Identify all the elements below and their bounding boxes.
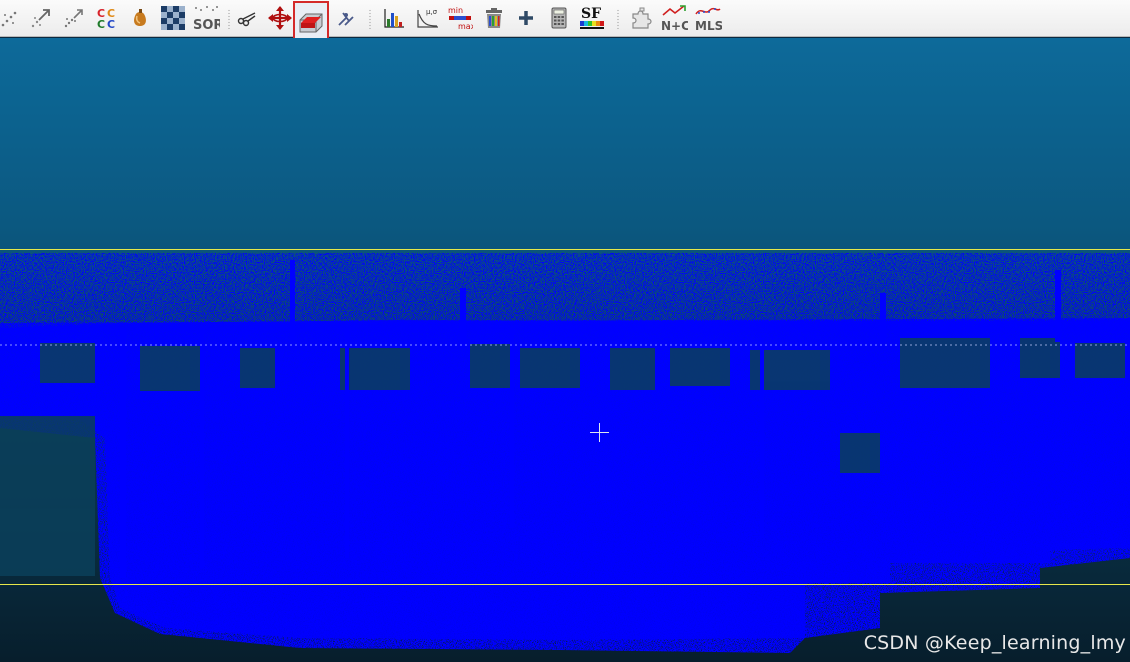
3d-viewport[interactable]: CSDN @Keep_learning_lmy (0, 38, 1130, 662)
normals-button[interactable]: N+C (660, 4, 688, 32)
toolbar-separator (617, 9, 619, 29)
translate-rotate-icon (268, 6, 292, 30)
point-resample-button[interactable] (27, 4, 55, 32)
filter-minmax-icon: min max (448, 6, 473, 31)
cross-section-icon (299, 13, 323, 32)
add-constant-icon (519, 11, 533, 25)
normals-label: N+C (661, 19, 688, 32)
svg-text:C: C (107, 18, 115, 30)
point-picking-icon (338, 12, 354, 26)
toolbar-separator (369, 9, 371, 29)
mls-smoothing-icon: MLS (695, 7, 722, 32)
toolbar-separator (228, 9, 230, 29)
sor-label: SOR (193, 18, 220, 32)
checkerboard-button[interactable] (159, 4, 187, 32)
histogram-icon (384, 9, 404, 28)
min-label: min (448, 6, 463, 15)
plugin-button[interactable] (627, 4, 655, 32)
noise-filter-icon (134, 9, 146, 26)
svg-text:C: C (97, 18, 105, 30)
segment-button[interactable] (233, 4, 261, 32)
calculator-button[interactable] (545, 4, 573, 32)
point-picking-button[interactable] (332, 4, 360, 32)
main-toolbar: C C C C SOR μ,σ min ma SF N+C MLS (0, 0, 1130, 42)
point-cloud (0, 253, 1130, 653)
sf-label: SF (581, 6, 601, 22)
point-resample-icon (31, 9, 50, 28)
checkerboard-icon (161, 6, 185, 30)
filter-minmax-button[interactable]: min max (446, 4, 474, 32)
point-subsample-icon (1, 11, 17, 27)
histogram-button[interactable] (380, 4, 408, 32)
stat-fit-label: μ,σ (426, 8, 438, 16)
scalar-field-colors-icon: SF (580, 6, 604, 29)
sor-filter-button[interactable]: SOR (192, 4, 220, 32)
scalar-field-colors-button[interactable]: SF (578, 4, 606, 32)
statistics-fit-icon: μ,σ (417, 8, 438, 28)
add-constant-button[interactable] (512, 4, 540, 32)
mls-smoothing-button[interactable]: MLS (694, 4, 722, 32)
delete-scalar-field-icon (486, 8, 502, 28)
sor-filter-icon: SOR (193, 6, 220, 32)
plugin-puzzle-icon (632, 7, 652, 29)
statistics-fit-button[interactable]: μ,σ (413, 4, 441, 32)
delete-scalar-field-button[interactable] (480, 4, 508, 32)
point-subsample-button[interactable] (0, 4, 24, 32)
watermark-text: CSDN @Keep_learning_lmy (863, 632, 1126, 654)
mls-label: MLS (695, 19, 722, 32)
cross-section-button[interactable] (293, 1, 329, 42)
connected-components-button[interactable]: C C C C (93, 4, 121, 32)
center-crosshair-v (599, 423, 600, 442)
section-guide-line-bottom (0, 584, 1130, 585)
noise-filter-button[interactable] (126, 4, 154, 32)
point-density-button[interactable] (60, 4, 88, 32)
calculator-icon (551, 7, 567, 29)
scissors-icon (237, 12, 256, 27)
max-label: max (458, 22, 473, 31)
section-guide-line-top (0, 249, 1130, 250)
translate-rotate-button[interactable] (266, 4, 294, 32)
point-density-icon (64, 9, 83, 28)
connected-components-icon: C C C C (97, 7, 115, 30)
normals-icon: N+C (661, 5, 688, 32)
